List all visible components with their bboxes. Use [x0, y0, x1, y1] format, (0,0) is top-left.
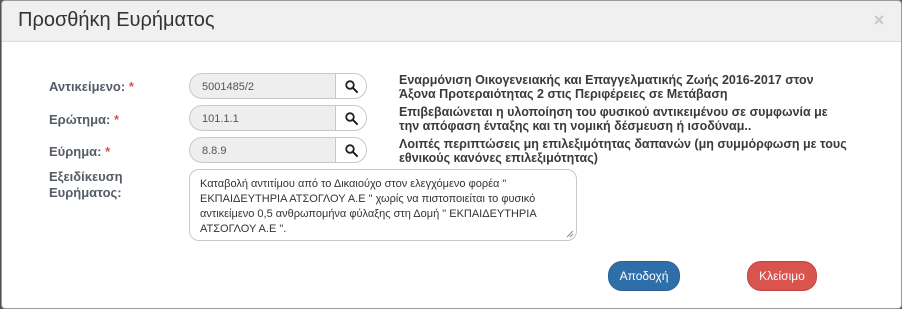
question-label-text: Ερώτημα:: [49, 112, 111, 127]
resize-grip-icon[interactable]: [566, 230, 574, 238]
close-icon[interactable]: ×: [871, 11, 887, 29]
search-icon: [345, 112, 358, 125]
finding-field[interactable]: 8.8.9: [189, 137, 336, 163]
specification-label-line2: Ευρήματος:: [49, 185, 122, 200]
question-field[interactable]: 101.1.1: [189, 105, 336, 131]
question-input-group: 101.1.1: [189, 105, 367, 133]
required-mark: *: [105, 144, 111, 159]
required-mark: *: [113, 112, 120, 127]
dialog-title: Προσθήκη Ευρήματος: [18, 9, 215, 31]
question-label: Ερώτημα: *: [49, 112, 119, 127]
object-field[interactable]: 5001485/2: [189, 73, 336, 99]
close-button[interactable]: Κλείσιμο: [747, 261, 817, 291]
search-icon: [345, 144, 358, 157]
question-search-button[interactable]: [335, 105, 367, 131]
dialog-header: Προσθήκη Ευρήματος ×: [2, 1, 901, 42]
object-label-text: Αντικείμενο:: [49, 79, 126, 94]
search-icon: [345, 80, 358, 93]
accept-button[interactable]: Αποδοχή: [608, 261, 680, 291]
finding-label-text: Εύρημα:: [49, 144, 102, 159]
object-description: Εναρμόνιση Οικογενειακής και Επαγγελματι…: [399, 73, 814, 101]
specification-text: Καταβολή αντιτίμου από το Δικαιούχο στον…: [200, 178, 537, 235]
add-finding-dialog: Προσθήκη Ευρήματος × Αντικείμενο: * 5001…: [1, 0, 902, 309]
finding-label: Εύρημα: *: [49, 144, 110, 159]
specification-label: Εξειδίκευση Ευρήματος:: [49, 169, 123, 201]
finding-description: Λοιπές περιπτώσεις μη επιλεξιμότητας δαπ…: [399, 137, 847, 165]
specification-label-line1: Εξειδίκευση: [49, 169, 123, 184]
object-label: Αντικείμενο: *: [49, 79, 134, 94]
finding-input-group: 8.8.9: [189, 137, 367, 165]
specification-textarea[interactable]: Καταβολή αντιτίμου από το Δικαιούχο στον…: [189, 169, 577, 241]
required-mark: *: [128, 79, 134, 94]
question-description: Επιβεβαιώνεται η υλοποίηση του φυσικού α…: [399, 105, 828, 133]
finding-search-button[interactable]: [335, 137, 367, 163]
object-search-button[interactable]: [335, 73, 367, 99]
object-input-group: 5001485/2: [189, 73, 367, 101]
